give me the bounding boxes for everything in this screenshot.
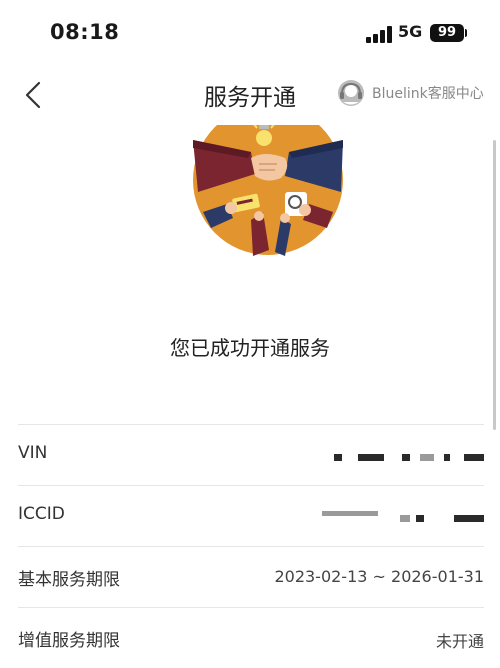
redaction-mark <box>334 454 342 461</box>
vin-label: VIN <box>18 443 48 463</box>
cellular-signal-icon <box>366 25 394 43</box>
iccid-label: ICCID <box>18 504 65 524</box>
battery-tip <box>465 29 467 37</box>
scrollbar[interactable] <box>493 140 496 430</box>
basic-service-value: 2023-02-13 ~ 2026-01-31 <box>274 567 484 586</box>
battery-icon: 99 <box>430 24 464 42</box>
redaction-mark <box>400 515 410 522</box>
customer-service-button[interactable]: Bluelink客服中心 <box>336 78 484 108</box>
redaction-mark <box>322 511 378 516</box>
info-row-value-added-service: 增值服务期限 未开通 <box>18 607 484 668</box>
network-type: 5G <box>398 22 423 41</box>
redaction-mark <box>416 515 424 522</box>
status-time: 08:18 <box>50 20 120 44</box>
redaction-mark <box>402 454 410 461</box>
handshake-illustration <box>193 100 343 256</box>
handshake-icon <box>193 125 343 256</box>
redaction-mark <box>454 515 484 522</box>
customer-service-label: Bluelink客服中心 <box>372 86 484 102</box>
info-row-iccid: ICCID <box>18 485 484 546</box>
redaction-mark <box>420 454 434 461</box>
success-message: 您已成功开通服务 <box>170 336 330 360</box>
value-added-service-value: 未开通 <box>435 632 484 651</box>
status-bar: 08:18 5G 99 <box>0 0 500 60</box>
basic-service-label: 基本服务期限 <box>18 570 120 590</box>
info-row-basic-service: 基本服务期限 2023-02-13 ~ 2026-01-31 <box>18 546 484 607</box>
redaction-mark <box>444 454 450 461</box>
redaction-mark <box>358 454 384 461</box>
value-added-service-label: 增值服务期限 <box>18 631 120 651</box>
info-row-vin: VIN <box>18 424 484 485</box>
redaction-mark <box>464 454 484 461</box>
